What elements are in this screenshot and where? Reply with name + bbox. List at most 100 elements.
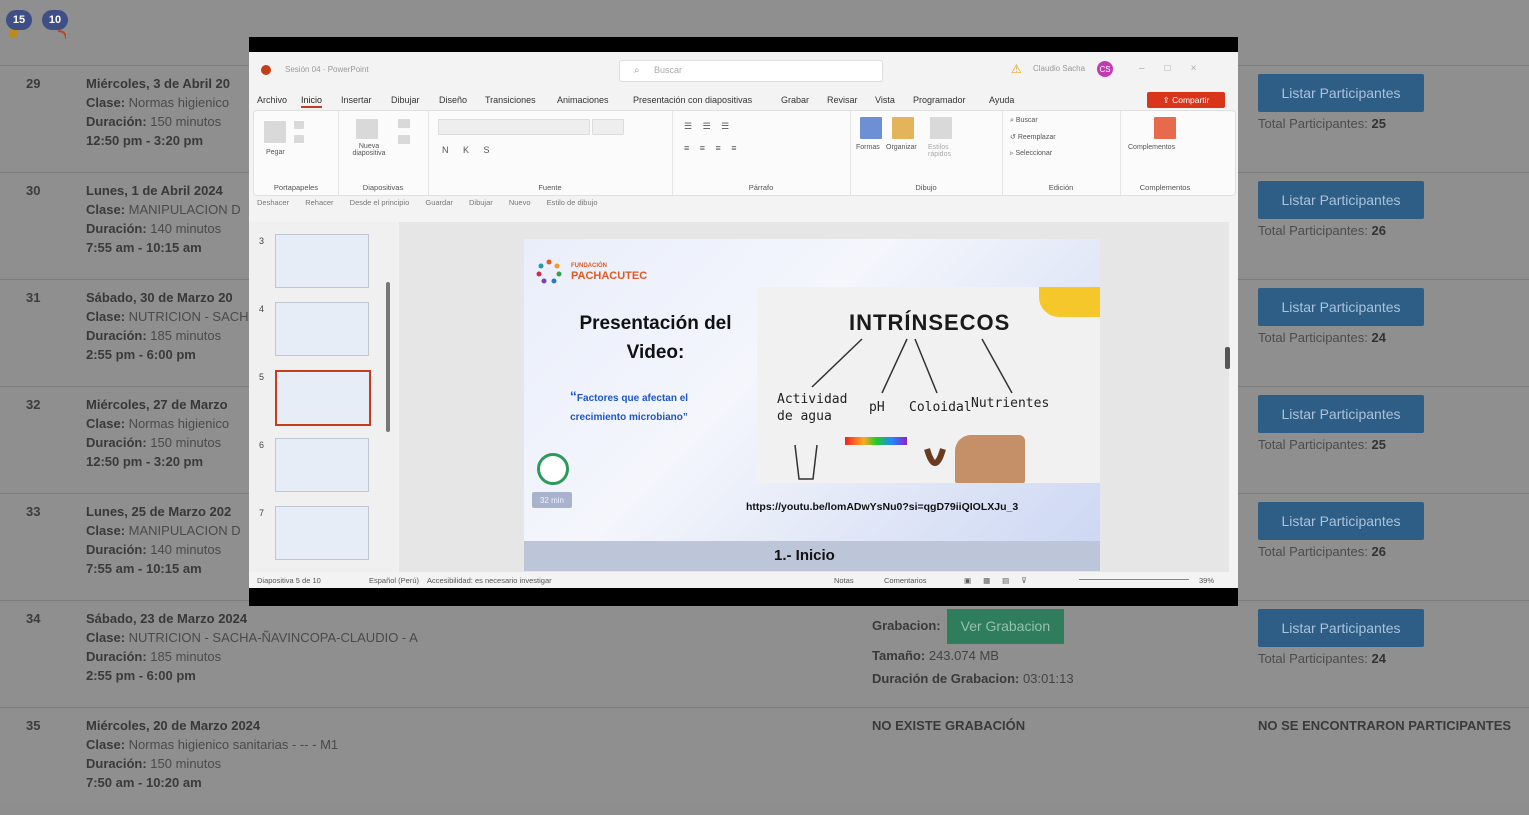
youtube-link[interactable]: https://youtu.be/lomADwYsNu0?si=qgD79iiQ…	[746, 501, 1018, 513]
add-ins-icon[interactable]	[1154, 117, 1176, 139]
menu-dibujar[interactable]: Dibujar	[391, 95, 420, 105]
duracion-value: 150 minutos	[150, 435, 222, 450]
group-diapositivas: Nueva diapositiva Diapositivas	[338, 111, 429, 195]
badge-count-1[interactable]: 15	[6, 10, 32, 30]
new-slide-icon[interactable]	[356, 119, 378, 139]
layout-icon[interactable]	[398, 119, 410, 128]
menu-presentacion[interactable]: Presentación con diapositivas	[633, 95, 752, 105]
session-number: 34	[26, 611, 41, 626]
thumbnails-scrollbar[interactable]	[386, 282, 390, 432]
menu-programador[interactable]: Programador	[913, 95, 966, 105]
menu-vista[interactable]: Vista	[875, 95, 895, 105]
ppt-search-input[interactable]: ⌕ Buscar	[619, 60, 883, 82]
find-button[interactable]: ⌕ Buscar	[1010, 117, 1038, 125]
shapes-label: Formas	[856, 144, 880, 151]
duracion-label: Duración:	[86, 114, 147, 129]
comments-button[interactable]: Comentarios	[884, 576, 927, 585]
arrange-icon[interactable]	[892, 117, 914, 139]
group-label: Diapositivas	[362, 183, 404, 192]
save-button[interactable]: Guardar	[425, 198, 453, 207]
menu-diseno[interactable]: Diseño	[439, 95, 467, 105]
font-name-select[interactable]	[438, 119, 590, 135]
clase-value: Normas higienico	[128, 416, 230, 431]
accessibility-status[interactable]: Accesibilidad: es necesario investigar	[427, 576, 552, 585]
view-buttons[interactable]: ▣▦▤⊽	[964, 576, 1039, 585]
slide-scrollbar[interactable]	[1225, 347, 1230, 369]
clase-label: Clase:	[86, 523, 126, 538]
total-label: Total Participantes:	[1258, 651, 1368, 666]
window-controls[interactable]: –□×	[1139, 63, 1216, 74]
select-button[interactable]: ▹ Seleccionar	[1010, 149, 1052, 157]
slide-thumbnail-7[interactable]	[275, 506, 369, 560]
menu-inicio[interactable]: Inicio	[301, 95, 323, 108]
ph-spectrum	[845, 437, 907, 445]
clase-label: Clase:	[86, 737, 126, 752]
list-buttons[interactable]: ☰ ☰ ☰	[684, 121, 733, 132]
pachacutec-logo-icon	[536, 259, 562, 284]
replace-button[interactable]: ↺ Reemplazar	[1010, 133, 1056, 141]
menu-insertar[interactable]: Insertar	[341, 95, 372, 105]
total-participantes: Total Participantes: 26	[1258, 223, 1386, 238]
group-edicion: ⌕ Buscar ↺ Reemplazar ▹ Seleccionar Edic…	[1002, 111, 1121, 195]
slide-thumbnail-4[interactable]	[275, 302, 369, 356]
menu-transiciones[interactable]: Transiciones	[485, 95, 536, 105]
copy-icon[interactable]	[294, 135, 304, 143]
listar-participantes-button[interactable]: Listar Participantes	[1258, 395, 1424, 433]
redo-button[interactable]: Rehacer	[305, 198, 333, 207]
listar-participantes-button[interactable]: Listar Participantes	[1258, 74, 1424, 112]
new-button[interactable]: Nuevo	[509, 198, 531, 207]
cut-icon[interactable]	[294, 121, 304, 129]
slide-thumbnail-3[interactable]	[275, 234, 369, 288]
share-button[interactable]: ⇪ Compartir	[1147, 92, 1225, 108]
from-beginning-button[interactable]: Desde el principio	[350, 198, 410, 207]
menu-revisar[interactable]: Revisar	[827, 95, 858, 105]
duracion-label: Duración:	[86, 542, 147, 557]
warning-icon[interactable]: ⚠	[1011, 62, 1022, 76]
slide-thumbnail-6[interactable]	[275, 438, 369, 492]
menu-archivo[interactable]: Archivo	[257, 95, 287, 105]
menu-ayuda[interactable]: Ayuda	[989, 95, 1014, 105]
paste-icon[interactable]	[264, 121, 286, 143]
reset-icon[interactable]	[398, 135, 410, 144]
duracion-grabacion-value: 03:01:13	[1023, 671, 1074, 686]
undo-button[interactable]: Deshacer	[257, 198, 289, 207]
ppt-menubar: Archivo Inicio Insertar Dibujar Diseño T…	[249, 88, 1238, 110]
draw-button[interactable]: Dibujar	[469, 198, 493, 207]
quick-styles-icon[interactable]	[930, 117, 952, 139]
group-label: Párrafo	[748, 183, 774, 192]
menu-animaciones[interactable]: Animaciones	[557, 95, 609, 105]
shapes-icon[interactable]	[860, 117, 882, 139]
total-label: Total Participantes:	[1258, 223, 1368, 238]
menu-grabar[interactable]: Grabar	[781, 95, 809, 105]
notes-button[interactable]: Notas	[834, 576, 854, 585]
font-style-buttons[interactable]: N K S	[442, 145, 496, 155]
clase-label: Clase:	[86, 95, 126, 110]
slide-thumbnail-5-selected[interactable]	[275, 370, 371, 426]
arrow-nutrientes	[981, 338, 1013, 394]
listar-participantes-button[interactable]: Listar Participantes	[1258, 181, 1424, 219]
total-participantes: Total Participantes: 24	[1258, 651, 1386, 666]
zoom-slider[interactable]	[1079, 579, 1189, 580]
arrow-ph	[881, 338, 908, 394]
draw-style-button[interactable]: Estilo de dibujo	[547, 198, 598, 207]
listar-participantes-button[interactable]: Listar Participantes	[1258, 502, 1424, 540]
whiteboard-video-frame[interactable]: INTRÍNSECOS Actividad de agua pH Coloida…	[757, 287, 1100, 483]
ver-grabacion-button[interactable]: Ver Grabacion	[946, 609, 1065, 644]
badge-count-2[interactable]: 10	[42, 10, 68, 30]
current-slide[interactable]: FUNDACIÓN PACHACUTEC Presentación del Vi…	[524, 239, 1100, 571]
powerpoint-logo-icon	[261, 65, 271, 75]
total-value: 24	[1371, 651, 1386, 666]
align-buttons[interactable]: ≡ ≡ ≡ ≡	[684, 143, 741, 153]
listar-participantes-button[interactable]: Listar Participantes	[1258, 609, 1424, 647]
language-status[interactable]: Español (Perú)	[369, 576, 419, 585]
avatar[interactable]: CS	[1097, 61, 1113, 77]
group-label: Edición	[1048, 183, 1074, 192]
listar-participantes-button[interactable]: Listar Participantes	[1258, 288, 1424, 326]
label-de-agua: de agua	[777, 409, 832, 424]
duracion-value: 140 minutos	[150, 221, 222, 236]
slide-title-line-1: Presentación del	[579, 313, 732, 334]
font-size-select[interactable]	[592, 119, 624, 135]
video-player[interactable]: Sesión 04 · PowerPoint ⌕ Buscar ⚠ Claudi…	[249, 37, 1238, 606]
recording-info: Grabacion: Ver Grabacion Tamaño: 243.074 …	[872, 609, 1074, 690]
session-time: 2:55 pm - 6:00 pm	[86, 668, 196, 683]
